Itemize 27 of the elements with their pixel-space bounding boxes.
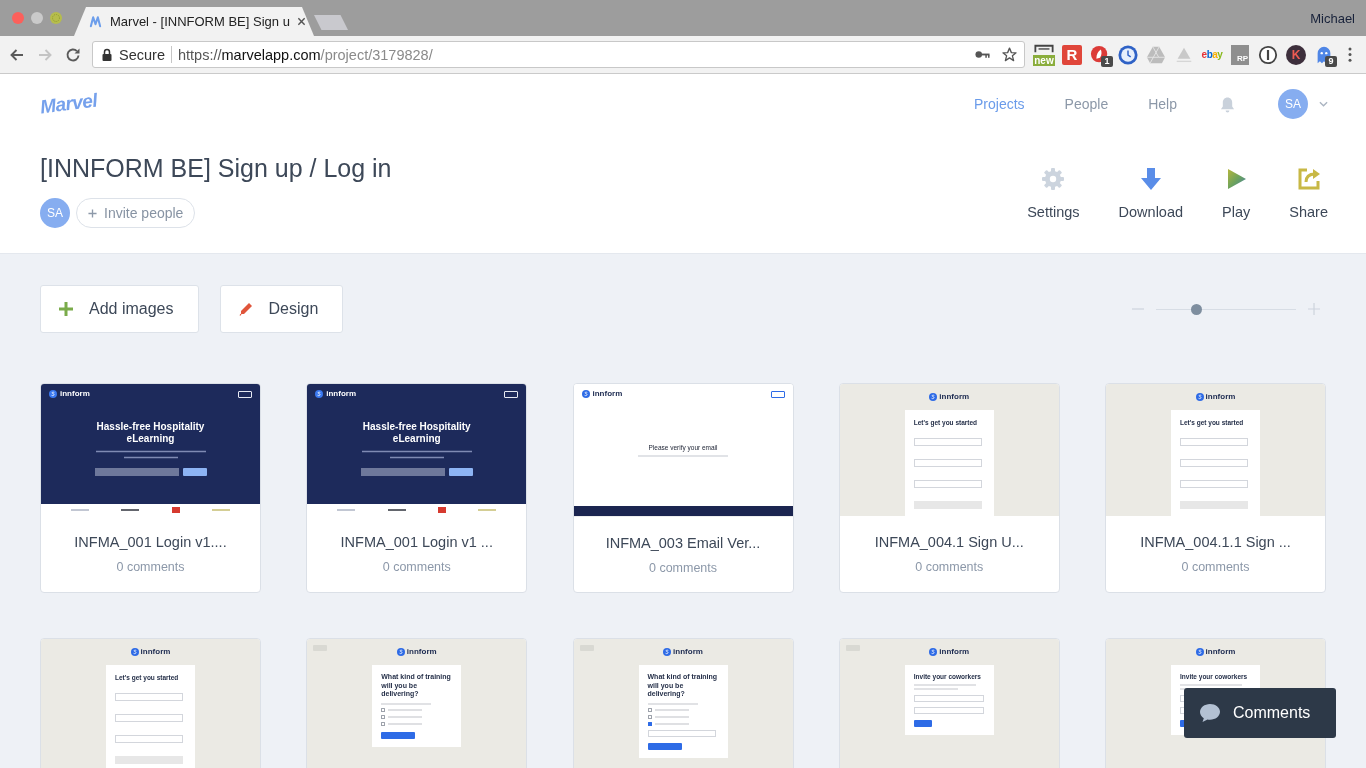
- screen-name: INFMA_001 Login v1....: [73, 533, 228, 552]
- security-label: Secure: [119, 46, 165, 63]
- comment-count: 0 comments: [1180, 559, 1251, 575]
- logo-text: innform: [939, 392, 970, 402]
- logo-text: innform: [406, 647, 437, 657]
- count-badge: 1: [1101, 55, 1113, 67]
- comment-count: 0 comments: [647, 560, 719, 576]
- logo-text: innform: [60, 389, 90, 399]
- logo-text: innform: [592, 389, 623, 399]
- logo-text: innform: [1205, 647, 1236, 657]
- screen-name: INFMA_004.1 Sign U...: [873, 533, 1025, 552]
- url-text: https://marvelapp.com/project/3179828/: [177, 46, 433, 63]
- hero-heading: Hassle-free Hospitality eLearning: [361, 421, 472, 445]
- comment-count: 0 comments: [115, 559, 186, 575]
- screen-name: INFMA_001 Login v1 ...: [339, 533, 494, 552]
- count-badge: 9: [1325, 55, 1337, 67]
- screen-name: INFMA_004.1.1 Sign ...: [1139, 533, 1292, 552]
- comment-count: 0 comments: [914, 559, 985, 575]
- logo-text: innform: [140, 647, 171, 657]
- logo-text: innform: [326, 389, 357, 399]
- screen-name: INFMA_003 Email Ver...: [604, 534, 762, 553]
- logo-text: innform: [939, 647, 970, 657]
- hero-heading: Hassle-free Hospitality eLearning: [95, 421, 206, 445]
- project-title: [INNFORM BE] Sign up / Log in: [40, 154, 392, 182]
- logo-text: innform: [673, 647, 703, 657]
- logo-text: innform: [1205, 392, 1236, 402]
- comment-count: 0 comments: [381, 559, 452, 575]
